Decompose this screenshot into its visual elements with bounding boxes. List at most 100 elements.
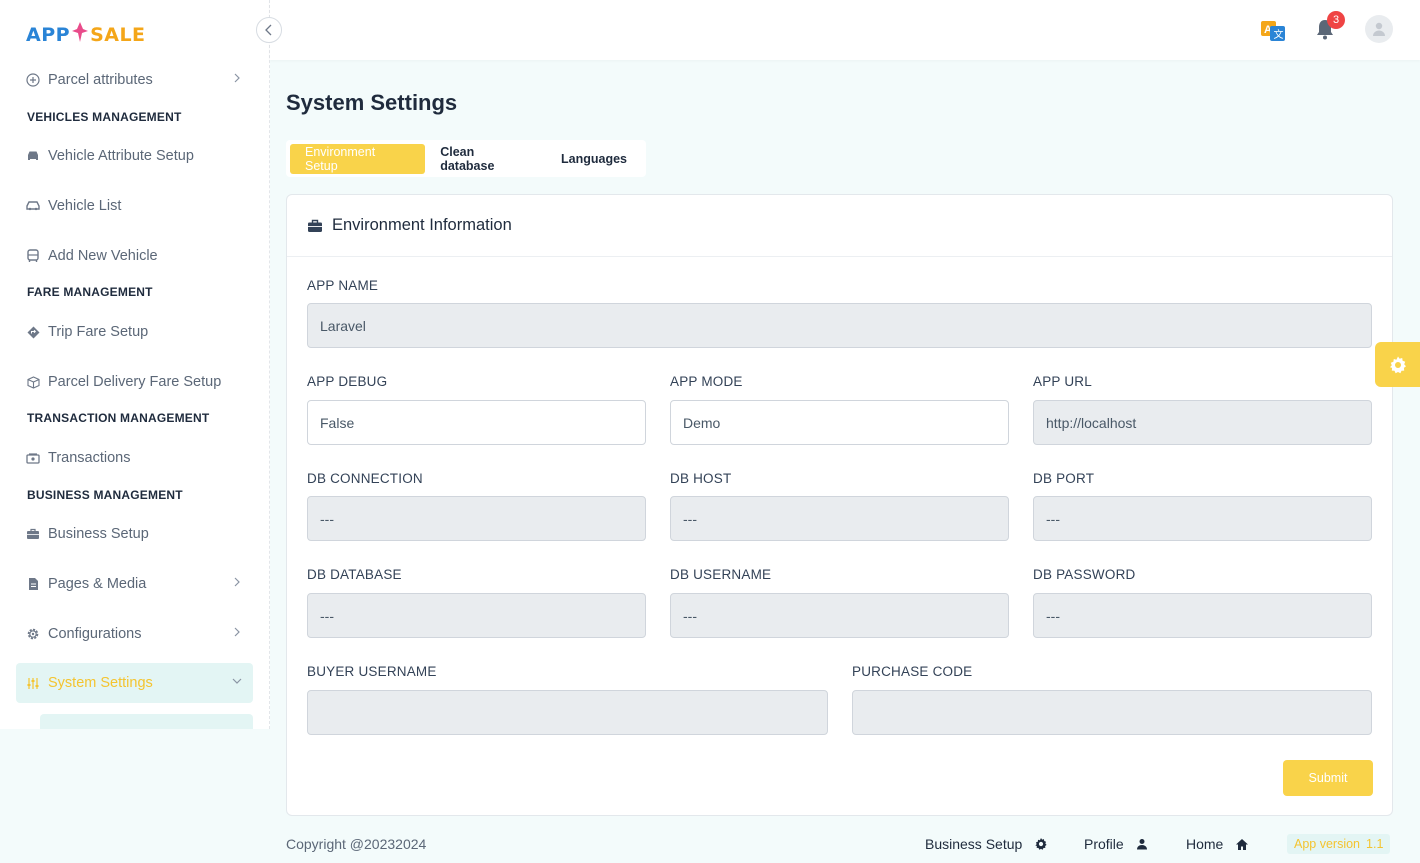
app-name-input[interactable]: Laravel [307,303,1372,348]
footer-link-label: Profile [1084,836,1124,852]
sidebar-collapse-button[interactable] [256,17,282,43]
user-icon [1136,839,1147,850]
app-url-label: APP URL [1033,374,1092,389]
sidebar-subitem-active-highlight[interactable] [40,714,253,729]
page-title: System Settings [286,90,458,115]
version-label: App version [1294,837,1361,851]
purchase-code-input[interactable] [852,690,1372,735]
purchase-code-label: PURCHASE CODE [852,664,973,679]
gear-icon [1389,356,1406,373]
sidebar-item-label: Transactions [48,450,131,466]
sidebar-item-trip-fare-setup[interactable]: Trip Fare Setup [26,317,252,347]
chevron-right-icon [234,577,240,587]
db-database-label: DB DATABASE [307,567,402,582]
app-logo[interactable]: APP SALE [26,16,146,46]
copyright-text: Copyright @20232024 [286,836,427,852]
buyer-username-input[interactable] [307,690,828,735]
app-version-badge: App version 1.1 [1287,834,1391,854]
bus-icon [26,249,40,263]
sidebar-item-vehicle-attribute-setup[interactable]: Vehicle Attribute Setup [26,141,252,171]
gear-icon [1035,838,1047,850]
sidebar-item-business-setup[interactable]: Business Setup [26,519,252,549]
briefcase-icon [26,527,40,541]
sliders-icon [26,676,40,690]
db-host-input[interactable]: --- [670,496,1009,541]
db-connection-label: DB CONNECTION [307,471,423,486]
tab-environment-setup[interactable]: Environment Setup [290,143,426,174]
db-port-label: DB PORT [1033,471,1095,486]
environment-card: Environment Information APP NAME Laravel… [286,194,1393,816]
sidebar-item-pages-media[interactable]: Pages & Media [26,569,252,599]
sidebar-item-label: Trip Fare Setup [48,324,149,340]
sidebar-item-add-new-vehicle[interactable]: Add New Vehicle [26,241,252,271]
sidebar-item-label: Parcel Delivery Fare Setup [48,374,222,390]
tab-clean-database[interactable]: Clean database [425,144,546,174]
section-heading-business: BUSINESS MANAGEMENT [27,488,183,502]
sidebar: APP SALE Parcel attributes VEHICLES MANA… [0,0,270,729]
footer-link-profile[interactable]: Profile [1084,836,1148,852]
chevron-right-icon [234,627,240,637]
settings-tabs: Environment Setup Clean database Languag… [286,140,646,177]
sidebar-item-label: Vehicle Attribute Setup [48,148,194,164]
notification-badge: 3 [1327,11,1345,29]
chevron-down-icon [232,678,242,684]
section-heading-vehicles: VEHICLES MANAGEMENT [27,110,182,124]
sidebar-item-label: Vehicle List [48,198,122,214]
car-front-icon [26,149,40,163]
sidebar-item-parcel-attributes[interactable]: Parcel attributes [26,65,252,95]
db-host-label: DB HOST [670,471,732,486]
briefcase-icon [308,219,322,232]
sidebar-item-label: Business Setup [48,526,149,542]
avatar[interactable] [1365,15,1393,43]
db-database-input[interactable]: --- [307,593,646,638]
version-number: 1.1 [1366,837,1384,851]
sidebar-item-label: Add New Vehicle [48,248,158,264]
sidebar-item-configurations[interactable]: Configurations [26,619,252,649]
app-mode-label: APP MODE [670,374,743,389]
logo-text-sale: SALE [90,24,146,46]
sidebar-item-parcel-delivery-fare-setup[interactable]: Parcel Delivery Fare Setup [26,367,252,397]
translate-icon[interactable]: A 文 [1261,19,1285,41]
logo-text-app: APP [26,24,71,46]
db-port-input[interactable]: --- [1033,496,1372,541]
home-icon [1236,838,1249,850]
db-username-label: DB USERNAME [670,567,772,582]
svg-text:文: 文 [1274,28,1284,41]
chevron-left-icon [265,24,272,36]
sidebar-item-label: Pages & Media [48,576,147,592]
db-password-input[interactable]: --- [1033,593,1372,638]
app-debug-input[interactable]: False [307,400,646,445]
top-bar: A 文 3 [270,0,1420,60]
logo-figure-icon [72,22,89,42]
footer-link-business-setup[interactable]: Business Setup [925,836,1048,852]
pages-icon [26,577,40,591]
section-heading-transaction: TRANSACTION MANAGEMENT [27,411,210,425]
buyer-username-label: BUYER USERNAME [307,664,437,679]
app-url-input[interactable]: http://localhost [1033,400,1372,445]
app-mode-input[interactable]: Demo [670,400,1009,445]
footer-link-home[interactable]: Home [1186,836,1249,852]
section-heading-fare: FARE MANAGEMENT [27,285,153,299]
sidebar-item-vehicle-list[interactable]: Vehicle List [26,191,252,221]
sidebar-item-transactions[interactable]: Transactions [26,443,252,473]
submit-button[interactable]: Submit [1283,760,1373,796]
diamond-direction-icon [26,325,40,339]
tab-languages[interactable]: Languages [546,144,642,174]
sidebar-item-label: Parcel attributes [48,72,153,88]
app-debug-label: APP DEBUG [307,374,388,389]
user-avatar-icon [1373,22,1385,36]
footer-link-label: Business Setup [925,836,1023,852]
sidebar-item-label: Configurations [48,626,142,642]
gear-icon [26,627,40,641]
card-title: Environment Information [332,216,512,234]
footer-link-label: Home [1186,836,1224,852]
sidebar-footer-area [0,729,270,863]
card-header: Environment Information [287,195,1392,257]
box-icon [26,375,40,389]
sidebar-item-system-settings[interactable]: System Settings [26,668,252,698]
settings-floating-button[interactable] [1375,342,1420,387]
db-username-input[interactable]: --- [670,593,1009,638]
db-connection-input[interactable]: --- [307,496,646,541]
car-icon [26,199,40,213]
db-password-label: DB PASSWORD [1033,567,1136,582]
